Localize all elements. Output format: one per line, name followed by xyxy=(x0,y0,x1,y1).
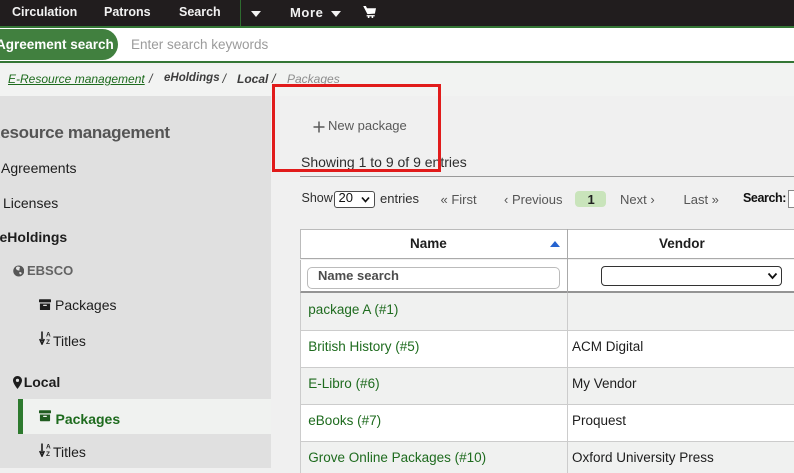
svg-text:A: A xyxy=(46,332,51,339)
svg-text:Z: Z xyxy=(46,339,50,345)
svg-text:A: A xyxy=(46,444,51,451)
svg-text:Z: Z xyxy=(46,451,50,457)
